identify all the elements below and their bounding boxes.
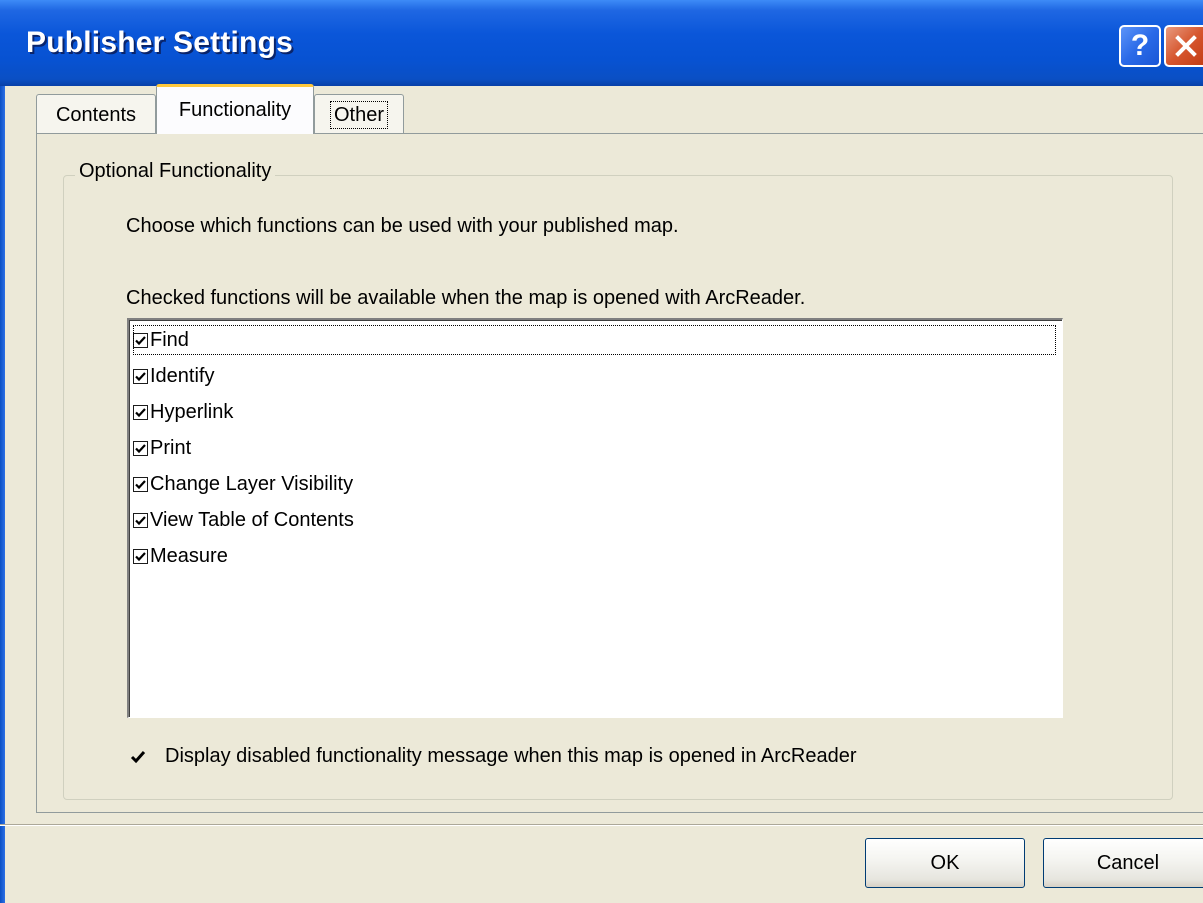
display-message-checkbox[interactable] (128, 747, 148, 767)
checkmark-icon (135, 407, 146, 417)
display-message-label: Display disabled functionality message w… (165, 745, 857, 767)
title-bar: Publisher Settings ? (0, 0, 1203, 86)
tab-other[interactable]: Other (314, 94, 404, 134)
list-item-hyperlink[interactable]: Hyperlink (133, 396, 233, 428)
list-item-find[interactable]: Find (133, 324, 1056, 356)
list-item-label: Print (150, 436, 192, 459)
dialog-title: Publisher Settings (26, 26, 293, 59)
separator (0, 824, 1203, 826)
ok-button[interactable]: OK (865, 838, 1025, 888)
list-item-label: View Table of Contents (150, 508, 354, 531)
tab-label: Contents (55, 104, 137, 126)
list-caption: Checked functions will be available when… (126, 287, 806, 309)
checkbox[interactable] (133, 440, 148, 456)
list-item-change-layer-visibility[interactable]: Change Layer Visibility (133, 468, 353, 500)
checkmark-icon (135, 443, 146, 453)
tab-contents[interactable]: Contents (36, 94, 156, 134)
list-item-identify[interactable]: Identify (133, 360, 214, 392)
help-button[interactable]: ? (1119, 25, 1161, 67)
list-item-measure[interactable]: Measure (133, 540, 228, 572)
list-item-label: Change Layer Visibility (150, 472, 354, 495)
group-label: Optional Functionality (75, 160, 276, 183)
tab-label: Functionality (178, 99, 292, 121)
checkmark-icon (135, 479, 146, 489)
tab-functionality[interactable]: Functionality (156, 84, 314, 134)
checkbox[interactable] (133, 548, 148, 564)
publisher-settings-dialog: Publisher Settings ? Contents Functional… (0, 0, 1203, 903)
list-item-print[interactable]: Print (133, 432, 191, 464)
checkmark-icon (130, 750, 146, 763)
window-border (0, 86, 5, 903)
tab-label: Other (329, 101, 389, 129)
description-text: Choose which functions can be used with … (126, 215, 679, 237)
checkmark-icon (135, 515, 146, 525)
list-item-label: Measure (150, 544, 228, 567)
focus-rectangle (133, 325, 1056, 355)
checkbox[interactable] (133, 368, 148, 384)
close-icon (1175, 35, 1197, 57)
help-icon: ? (1130, 29, 1150, 62)
display-message-option[interactable]: Display disabled functionality message w… (128, 745, 857, 768)
checkbox[interactable] (133, 476, 148, 492)
close-button[interactable] (1164, 25, 1203, 67)
checkmark-icon (135, 371, 146, 381)
checkbox[interactable] (133, 404, 148, 420)
list-item-label: Hyperlink (150, 400, 234, 423)
checkmark-icon (135, 551, 146, 561)
list-item-view-table-of-contents[interactable]: View Table of Contents (133, 504, 354, 536)
cancel-button[interactable]: Cancel (1043, 838, 1203, 888)
list-item-label: Identify (150, 364, 215, 387)
checkbox[interactable] (133, 512, 148, 528)
functions-list[interactable]: Find Identify Hyperlink Print Change Lay… (127, 318, 1063, 718)
